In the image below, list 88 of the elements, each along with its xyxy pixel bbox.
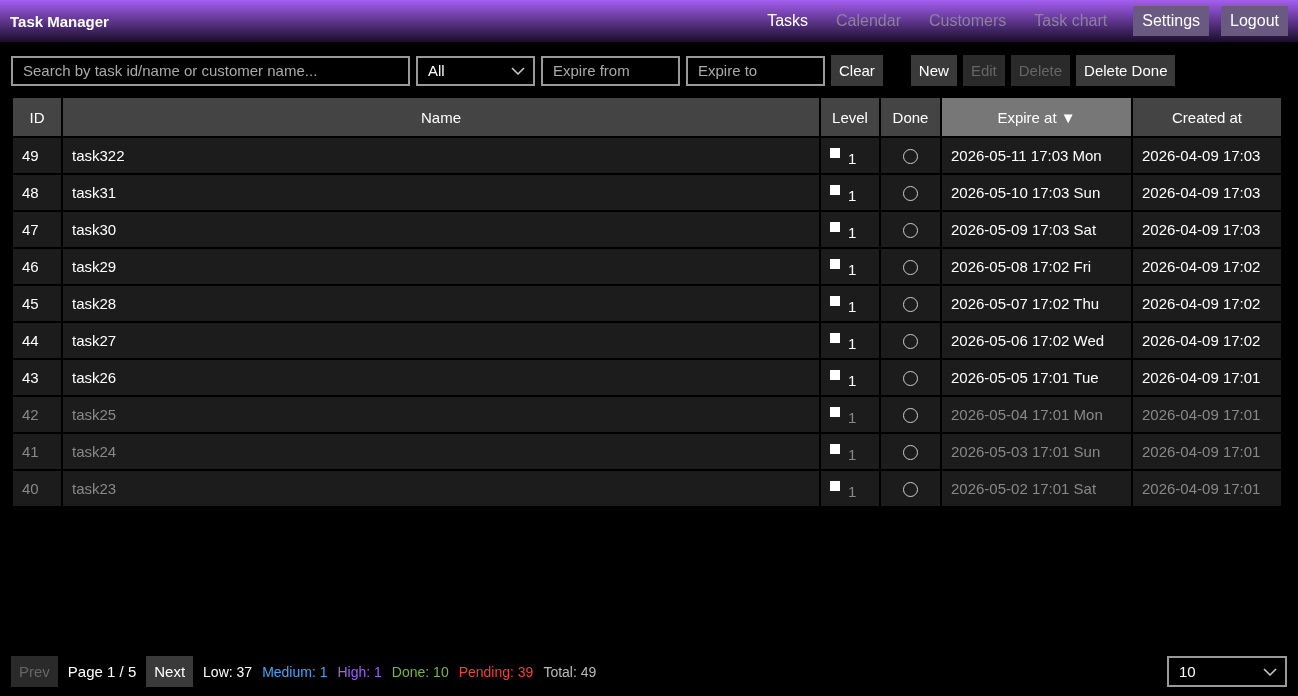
table-cell: 2026-05-07 17:02 Thu	[941, 285, 1132, 322]
table-cell: 2026-05-11 17:03 Mon	[941, 137, 1132, 174]
table-cell: task25	[62, 396, 820, 433]
caret-icon	[1263, 667, 1277, 676]
date-field[interactable]: Expire to	[686, 55, 825, 86]
column-header[interactable]: Created at	[1132, 97, 1282, 137]
stat-label: Pending: 39	[458, 663, 534, 680]
table-cell: task27	[62, 322, 820, 359]
caret-icon	[511, 66, 525, 75]
level-icon	[830, 296, 840, 306]
table-cell: 2026-04-09 17:01	[1132, 470, 1282, 507]
table-cell: 2026-05-06 17:02 Wed	[941, 322, 1132, 359]
table-cell: 41	[12, 433, 62, 470]
table-cell: 43	[12, 359, 62, 396]
column-header[interactable]: Level	[820, 97, 880, 137]
level-value: 1	[848, 224, 857, 241]
stat-label: Low: 37	[203, 663, 253, 680]
level-value: 1	[848, 446, 857, 463]
page-size-dropdown[interactable]: 10	[1167, 656, 1287, 687]
level-icon	[830, 481, 840, 491]
level-icon	[830, 259, 840, 269]
table-cell: task29	[62, 248, 820, 285]
table-cell: 2026-04-09 17:01	[1132, 433, 1282, 470]
table-cell: 2026-05-03 17:01 Sun	[941, 433, 1132, 470]
table-cell: 2026-04-09 17:01	[1132, 396, 1282, 433]
column-header[interactable]: ID	[12, 97, 62, 137]
level-icon	[830, 407, 840, 417]
table-cell: task31	[62, 174, 820, 211]
header-button[interactable]: Logout	[1221, 6, 1288, 36]
stat-label: Total: 49	[543, 663, 597, 680]
level-value: 1	[848, 187, 857, 204]
table-cell: task23	[62, 470, 820, 507]
table-cell: 47	[12, 211, 62, 248]
level-icon	[830, 148, 840, 158]
stat-label: Done: 10	[391, 663, 449, 680]
level-icon	[830, 185, 840, 195]
table-cell: 2026-05-10 17:03 Sun	[941, 174, 1132, 211]
table-cell: 48	[12, 174, 62, 211]
level-value: 1	[848, 150, 857, 167]
table-cell: 2026-04-09 17:03	[1132, 174, 1282, 211]
table-cell: 44	[12, 322, 62, 359]
level-value: 1	[848, 372, 857, 389]
level-value: 1	[848, 298, 857, 315]
table-cell: 46	[12, 248, 62, 285]
table-cell: task30	[62, 211, 820, 248]
table-cell: 2026-04-09 17:02	[1132, 285, 1282, 322]
filter-dropdown[interactable]: All	[416, 55, 535, 86]
table-cell: task28	[62, 285, 820, 322]
level-icon	[830, 370, 840, 380]
level-icon	[830, 222, 840, 232]
level-icon	[830, 333, 840, 343]
toolbar-button[interactable]: Delete Done	[1076, 55, 1176, 86]
table-cell: 2026-05-05 17:01 Tue	[941, 359, 1132, 396]
level-icon	[830, 444, 840, 454]
column-header[interactable]: Name	[62, 97, 820, 137]
search-field[interactable]: Search by task id/name or customer name...	[11, 55, 410, 86]
next-button[interactable]: Next	[146, 656, 194, 687]
level-value: 1	[848, 261, 857, 278]
table-cell: 49	[12, 137, 62, 174]
nav-link[interactable]: Tasks	[753, 12, 823, 30]
table-cell: 40	[12, 470, 62, 507]
table-cell: 2026-05-08 17:02 Fri	[941, 248, 1132, 285]
app-title: Task Manager	[10, 12, 110, 30]
table-cell: 2026-05-04 17:01 Mon	[941, 396, 1132, 433]
table-cell: 45	[12, 285, 62, 322]
toolbar-button[interactable]: New	[910, 55, 957, 86]
stat-label: High: 1	[337, 663, 382, 680]
table-cell: 2026-05-02 17:01 Sat	[941, 470, 1132, 507]
table-cell: 2026-04-09 17:02	[1132, 322, 1282, 359]
column-header[interactable]: Expire at ▼	[941, 97, 1132, 137]
level-value: 1	[848, 483, 857, 500]
table-cell: task322	[62, 137, 820, 174]
table-cell: 42	[12, 396, 62, 433]
table-cell: task26	[62, 359, 820, 396]
column-header[interactable]: Done	[880, 97, 941, 137]
table-cell: 2026-04-09 17:02	[1132, 248, 1282, 285]
table-cell: 2026-04-09 17:03	[1132, 137, 1282, 174]
table-cell: 2026-04-09 17:03	[1132, 211, 1282, 248]
table-cell: 2026-05-09 17:03 Sat	[941, 211, 1132, 248]
header-button[interactable]: Settings	[1133, 6, 1210, 36]
date-field[interactable]: Expire from	[541, 55, 680, 86]
table-cell: 2026-04-09 17:01	[1132, 359, 1282, 396]
toolbar-button[interactable]: Clear	[831, 55, 883, 86]
table-cell: task24	[62, 433, 820, 470]
level-value: 1	[848, 335, 857, 352]
stat-label: Medium: 1	[262, 663, 328, 680]
level-value: 1	[848, 409, 857, 426]
page-indicator: Page 1 / 5	[67, 663, 137, 680]
